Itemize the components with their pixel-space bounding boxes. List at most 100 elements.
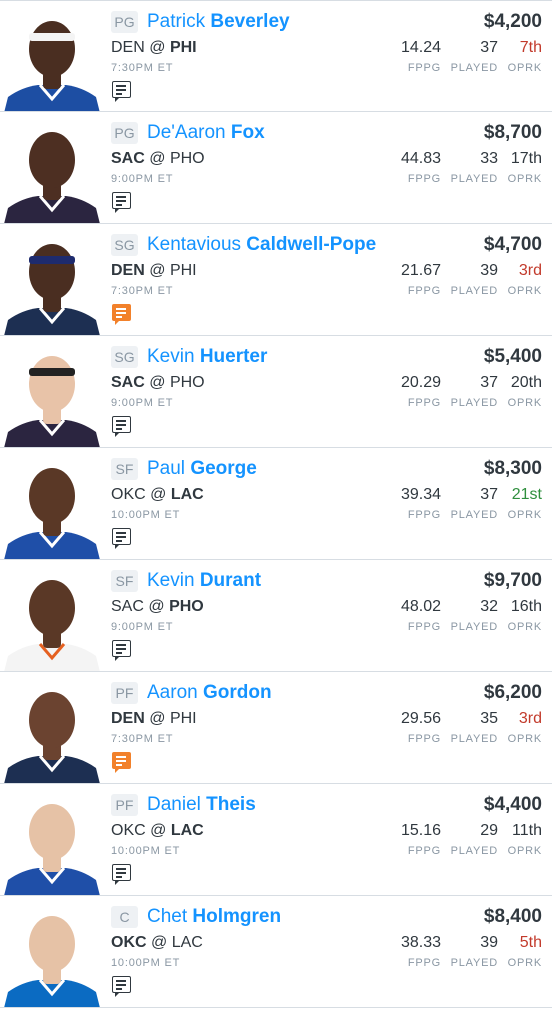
player-row[interactable]: SG Kevin Huerter $5,400 SAC @ PHO 9:00PM… (0, 336, 552, 448)
player-first-name: Kevin (147, 346, 195, 367)
player-name-link[interactable]: Daniel Theis (147, 792, 256, 818)
fppg-label: FPPG (407, 957, 441, 969)
oprk-label: OPRK (507, 733, 542, 745)
matchup: SAC @ PHO (111, 373, 205, 393)
matchup: OKC @ LAC (111, 821, 204, 841)
oprk-label: OPRK (507, 285, 542, 297)
player-name-link[interactable]: Paul George (147, 456, 257, 482)
game-time: 10:00PM ET (111, 845, 181, 857)
player-row[interactable]: SF Paul George $8,300 OKC @ LAC 10:00PM … (0, 448, 552, 560)
player-salary: $6,200 (483, 682, 542, 703)
player-last-name: Holmgren (192, 906, 282, 927)
fppg-stat: 29.56 FPPG (401, 709, 441, 746)
matchup: DEN @ PHI (111, 709, 197, 729)
at-separator: @ (151, 934, 168, 951)
fppg-value: 48.02 (400, 598, 441, 615)
at-separator: @ (150, 822, 167, 839)
player-name-link[interactable]: Aaron Gordon (147, 680, 272, 706)
player-first-name: De'Aaron (147, 122, 226, 143)
oprk-value: 21st (511, 486, 542, 503)
player-last-name: Fox (230, 122, 265, 143)
player-news-icon[interactable] (112, 528, 131, 549)
player-salary: $5,400 (483, 346, 542, 367)
played-value: 33 (480, 150, 498, 167)
played-label: PLAYED (450, 285, 498, 297)
player-news-icon[interactable] (112, 304, 131, 325)
fppg-label: FPPG (407, 285, 441, 297)
played-value: 37 (480, 39, 498, 56)
fppg-value: 44.83 (400, 150, 441, 167)
player-news-icon[interactable] (112, 192, 131, 213)
oprk-stat: 17th OPRK (508, 149, 542, 186)
player-list: PG Patrick Beverley $4,200 DEN @ PHI 7:3… (0, 0, 552, 1008)
player-row[interactable]: SG Kentavious Caldwell-Pope $4,700 DEN @… (0, 224, 552, 336)
at-separator: @ (149, 374, 166, 391)
fppg-value: 39.34 (400, 486, 441, 503)
position-badge: SF (111, 458, 138, 480)
player-row[interactable]: PG De'Aaron Fox $8,700 SAC @ PHO 9:00PM … (0, 112, 552, 224)
away-team: SAC (111, 598, 144, 615)
played-value: 32 (480, 598, 498, 615)
player-salary: $8,400 (483, 906, 542, 927)
player-first-name: Daniel (147, 794, 201, 815)
matchup: OKC @ LAC (111, 933, 203, 953)
player-name-link[interactable]: De'Aaron Fox (147, 120, 265, 146)
player-name-link[interactable]: Kevin Durant (147, 568, 261, 594)
away-team: DEN (111, 39, 145, 56)
oprk-value: 16th (510, 598, 542, 615)
away-team: SAC (111, 150, 145, 167)
player-name-link[interactable]: Chet Holmgren (147, 904, 281, 930)
player-last-name: Beverley (210, 11, 290, 32)
player-name-link[interactable]: Patrick Beverley (147, 9, 290, 35)
player-news-icon[interactable] (112, 752, 131, 773)
player-row[interactable]: C Chet Holmgren $8,400 OKC @ LAC 10:00PM… (0, 896, 552, 1008)
player-news-icon[interactable] (112, 81, 131, 102)
player-row[interactable]: SF Kevin Durant $9,700 SAC @ PHO 9:00PM … (0, 560, 552, 672)
fppg-stat: 48.02 FPPG (401, 597, 441, 634)
oprk-value: 3rd (518, 262, 542, 279)
played-label: PLAYED (450, 509, 498, 521)
fppg-value: 29.56 (400, 710, 441, 727)
played-label: PLAYED (450, 845, 498, 857)
position-badge: SG (111, 346, 138, 368)
player-headshot (2, 568, 102, 671)
away-team: DEN (111, 710, 145, 727)
home-team: PHO (169, 598, 204, 615)
player-row[interactable]: PF Aaron Gordon $6,200 DEN @ PHI 7:30PM … (0, 672, 552, 784)
away-team: DEN (111, 262, 145, 279)
oprk-label: OPRK (507, 62, 542, 74)
player-salary: $4,400 (483, 794, 542, 815)
oprk-label: OPRK (507, 845, 542, 857)
played-stat: 39 PLAYED (451, 261, 498, 298)
played-label: PLAYED (450, 733, 498, 745)
fppg-value: 20.29 (400, 374, 441, 391)
at-separator: @ (149, 150, 166, 167)
played-label: PLAYED (450, 173, 498, 185)
position-badge: PF (111, 794, 138, 816)
player-news-icon[interactable] (112, 416, 131, 437)
oprk-label: OPRK (507, 957, 542, 969)
fppg-label: FPPG (407, 733, 441, 745)
player-news-icon[interactable] (112, 976, 131, 997)
at-separator: @ (149, 710, 166, 727)
matchup: SAC @ PHO (111, 149, 205, 169)
player-headshot (2, 792, 102, 895)
player-salary: $8,700 (483, 122, 542, 143)
player-first-name: Patrick (147, 11, 206, 32)
player-news-icon[interactable] (112, 640, 131, 661)
oprk-stat: 21st OPRK (508, 485, 542, 522)
player-row[interactable]: PF Daniel Theis $4,400 OKC @ LAC 10:00PM… (0, 784, 552, 896)
player-news-icon[interactable] (112, 864, 131, 885)
played-stat: 32 PLAYED (451, 597, 498, 634)
position-badge: PG (111, 11, 138, 33)
oprk-stat: 3rd OPRK (508, 261, 542, 298)
played-stat: 37 PLAYED (451, 485, 498, 522)
player-name-link[interactable]: Kentavious Caldwell-Pope (147, 232, 376, 258)
position-badge: SG (111, 234, 138, 256)
player-row[interactable]: PG Patrick Beverley $4,200 DEN @ PHI 7:3… (0, 0, 552, 112)
player-salary: $8,300 (483, 458, 542, 479)
oprk-value: 7th (519, 39, 542, 56)
player-name-link[interactable]: Kevin Huerter (147, 344, 267, 370)
player-headshot (2, 904, 102, 1007)
played-value: 37 (480, 486, 498, 503)
